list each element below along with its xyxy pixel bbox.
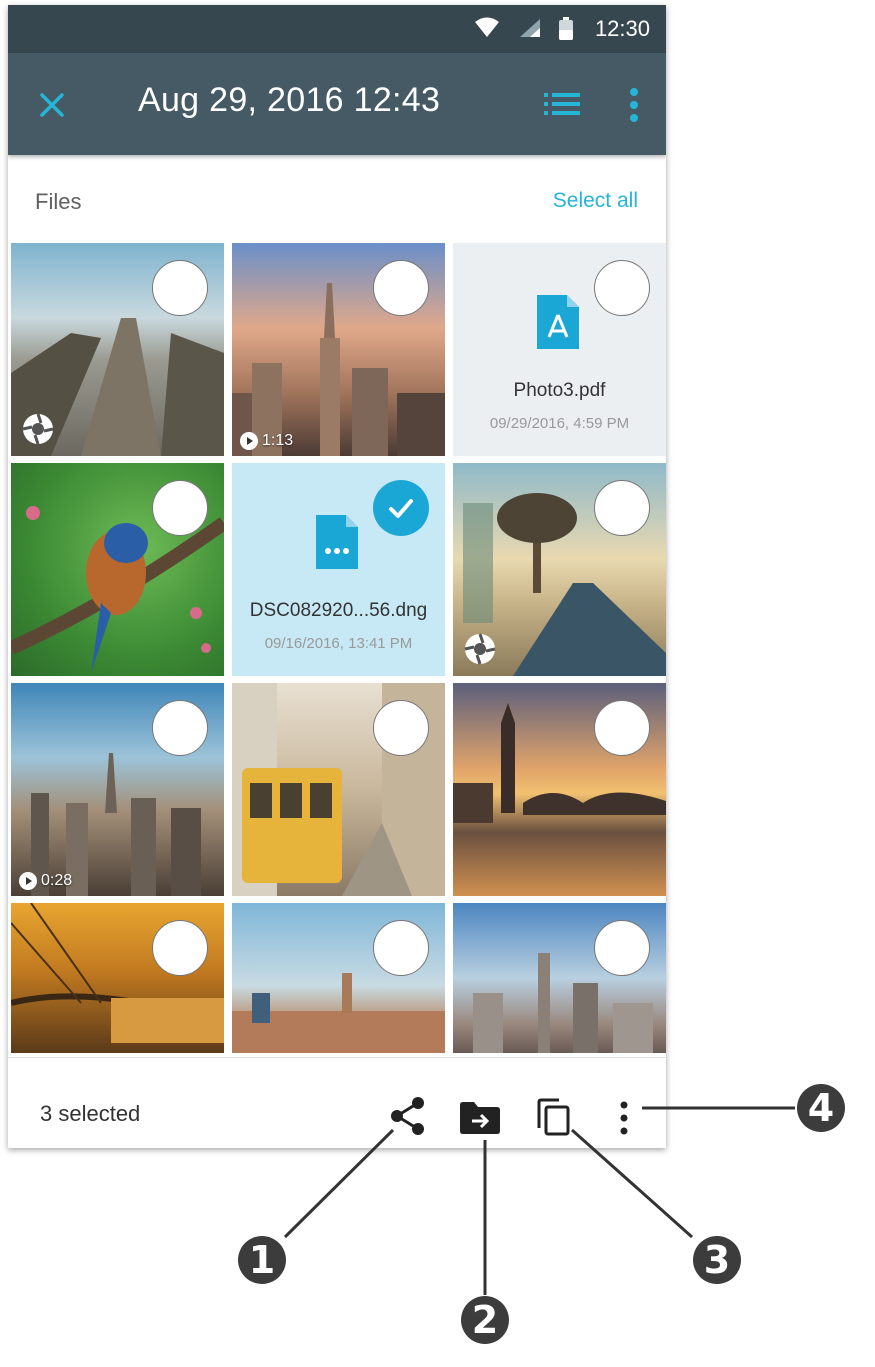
list-view-icon[interactable]: [544, 91, 580, 117]
file-date: 09/16/2016, 13:41 PM: [264, 635, 413, 652]
video-duration-badge: 0:28: [19, 872, 72, 890]
photo-tile-plaza[interactable]: [232, 903, 445, 1053]
burst-icon: [464, 633, 496, 665]
select-checkbox[interactable]: [152, 920, 208, 976]
pdf-icon: [537, 295, 579, 349]
select-all-button[interactable]: Select all: [553, 189, 638, 213]
files-header: Files Select all: [8, 157, 666, 243]
move-to-folder-icon[interactable]: [460, 1102, 500, 1134]
callout-3: 3: [693, 1236, 741, 1284]
select-checkbox[interactable]: [152, 480, 208, 536]
selected-count: 3 selected: [40, 1101, 141, 1126]
photo-tile-boardwalk[interactable]: [11, 243, 224, 456]
selection-action-bar: 3 selected: [8, 1057, 666, 1148]
select-checkbox[interactable]: [594, 260, 650, 316]
signal-icon: [520, 19, 540, 37]
share-icon[interactable]: [390, 1096, 426, 1136]
photo-tile-bird[interactable]: [11, 463, 224, 676]
video-duration: 0:28: [41, 872, 73, 889]
select-checkbox[interactable]: [373, 700, 429, 756]
callout-2: 2: [461, 1296, 509, 1344]
select-checkbox[interactable]: [594, 480, 650, 536]
select-checkbox[interactable]: [594, 920, 650, 976]
page-title: Aug 29, 2016 12:43: [138, 81, 441, 119]
phone-screen: 12:30 Aug 29, 2016 12:43 Files Select al…: [8, 5, 666, 1148]
video-icon: [19, 872, 37, 890]
select-checkbox[interactable]: [152, 260, 208, 316]
select-checkbox[interactable]: [152, 700, 208, 756]
app-bar: Aug 29, 2016 12:43: [8, 53, 666, 155]
files-label: Files: [35, 189, 82, 214]
photo-tile-bridge[interactable]: [11, 903, 224, 1053]
file-name: DSC082920...56.dng: [249, 600, 428, 621]
photo-tile-london[interactable]: [453, 683, 666, 896]
file-name: Photo3.pdf: [513, 380, 606, 401]
burst-icon: [22, 413, 54, 445]
photo-tile-skyline[interactable]: [453, 903, 666, 1053]
file-tile-pdf[interactable]: Photo3.pdf 09/29/2016, 4:59 PM: [453, 243, 666, 456]
callout-4: 4: [797, 1084, 845, 1132]
select-checkbox[interactable]: [373, 920, 429, 976]
video-icon: [240, 432, 258, 450]
photo-tile-dubai[interactable]: 0:28: [11, 683, 224, 896]
document-icon: [316, 515, 358, 569]
wifi-icon: [475, 17, 499, 37]
select-checkbox[interactable]: [594, 700, 650, 756]
video-duration-badge: 1:13: [240, 432, 293, 450]
select-checkbox-checked[interactable]: [373, 480, 429, 536]
callout-1: 1: [238, 1236, 286, 1284]
check-icon: [389, 499, 413, 518]
photo-tile-tram[interactable]: [232, 683, 445, 896]
photo-tile-desert-road[interactable]: [453, 463, 666, 676]
file-tile-dng[interactable]: DSC082920...56.dng 09/16/2016, 13:41 PM: [232, 463, 445, 676]
more-vert-icon[interactable]: [628, 87, 640, 123]
select-checkbox[interactable]: [373, 260, 429, 316]
photo-tile-new-york[interactable]: 1:13: [232, 243, 445, 456]
battery-icon: [559, 17, 573, 40]
file-date: 09/29/2016, 4:59 PM: [489, 415, 630, 432]
copy-icon[interactable]: [537, 1098, 571, 1136]
more-vert-icon[interactable]: [618, 1100, 630, 1136]
status-bar: 12:30: [8, 5, 666, 53]
status-time: 12:30: [594, 16, 650, 41]
close-icon[interactable]: [38, 91, 66, 119]
video-duration: 1:13: [262, 432, 294, 449]
